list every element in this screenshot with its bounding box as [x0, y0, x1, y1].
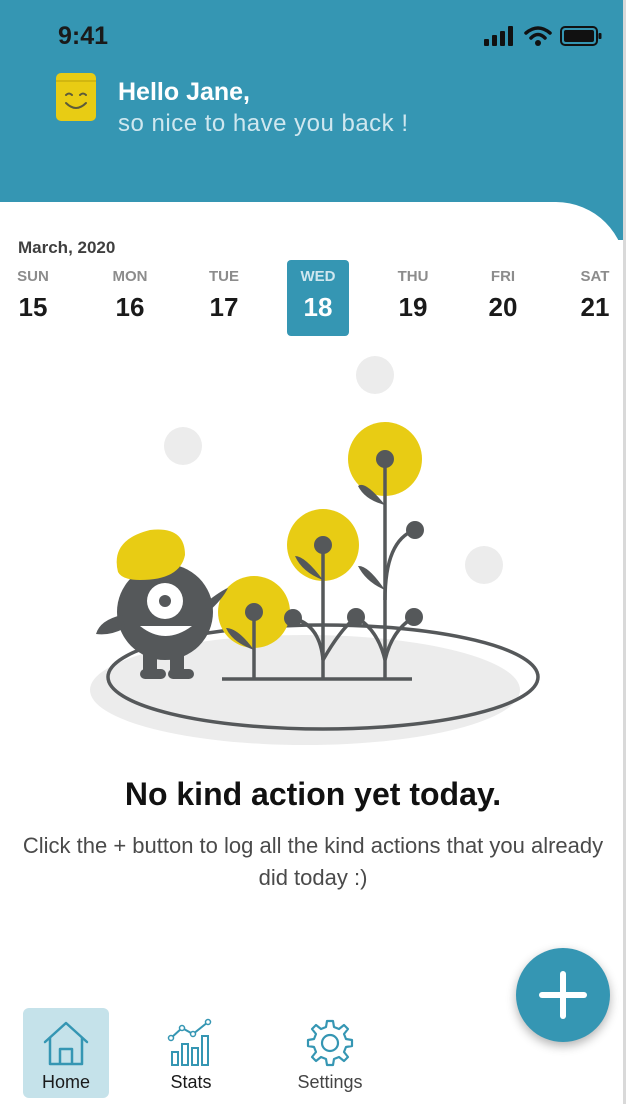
day-number: 15	[18, 292, 48, 322]
nav-stats-label: Stats	[170, 1072, 212, 1092]
day-number: 16	[115, 292, 145, 322]
wifi-icon	[524, 26, 552, 46]
greeting-subtitle: so nice to have you back !	[118, 110, 409, 137]
plus-icon	[539, 971, 587, 1019]
day-number: 19	[398, 292, 428, 322]
status-icons	[484, 26, 602, 46]
app-screen: 9:41 Hello Jane, so nice to have you bac…	[0, 0, 626, 1104]
day-number: 18	[303, 292, 333, 322]
empty-state-description: Click the + button to log all the kind a…	[22, 833, 604, 890]
calendar-day-wed-selected[interactable]: WED 18	[287, 260, 349, 336]
day-name: SAT	[580, 268, 610, 285]
calendar-day-mon[interactable]: MON 16	[99, 260, 161, 336]
nav-settings-label: Settings	[297, 1072, 363, 1092]
nav-stats[interactable]: Stats	[148, 1008, 234, 1098]
calendar-day-sun[interactable]: SUN 15	[2, 260, 64, 336]
calendar-day-tue[interactable]: TUE 17	[193, 260, 255, 336]
nav-home[interactable]: Home	[23, 1008, 109, 1098]
calendar-month: March, 2020	[18, 238, 116, 257]
add-action-button[interactable]	[516, 948, 610, 1042]
smiley-cup-icon	[56, 73, 96, 121]
day-name: MON	[112, 268, 148, 285]
calendar-day-thu[interactable]: THU 19	[382, 260, 444, 336]
nav-settings[interactable]: Settings	[287, 1008, 373, 1098]
day-number: 21	[580, 292, 610, 322]
day-name: SUN	[17, 268, 49, 285]
home-icon	[43, 1021, 89, 1066]
nav-home-label: Home	[41, 1072, 90, 1092]
greeting-title: Hello Jane,	[118, 78, 250, 106]
day-name: THU	[397, 268, 429, 285]
stats-icon	[167, 1018, 212, 1066]
empty-state-title: No kind action yet today.	[124, 776, 502, 812]
day-number: 20	[488, 292, 518, 322]
battery-icon	[560, 26, 602, 46]
status-time: 9:41	[58, 22, 109, 50]
calendar-day-sat[interactable]: SAT 21	[564, 260, 623, 336]
empty-state-illustration	[90, 356, 540, 745]
day-number: 17	[209, 292, 239, 322]
calendar-day-fri[interactable]: FRI 20	[472, 260, 534, 336]
day-name: FRI	[490, 268, 516, 285]
gear-icon	[306, 1019, 354, 1067]
day-name: WED	[300, 268, 336, 285]
signal-icon	[484, 26, 513, 46]
day-name: TUE	[209, 268, 239, 285]
